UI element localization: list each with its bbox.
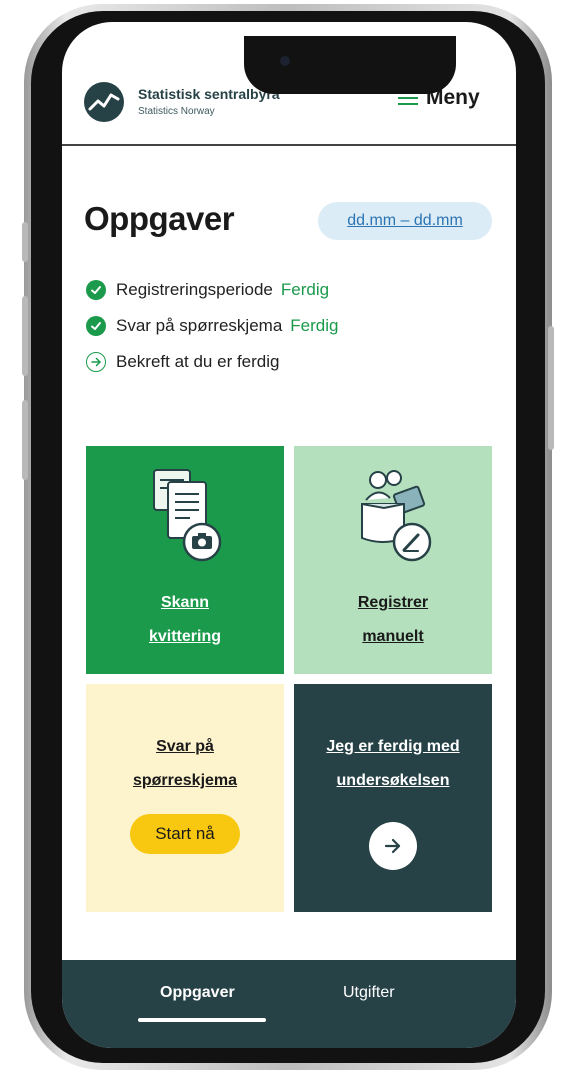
finish-link-line1[interactable]: Jeg er ferdig med: [326, 730, 459, 764]
start-now-button[interactable]: Start nå: [130, 814, 240, 854]
phone-side-button: [548, 326, 554, 450]
org-subtitle: Statistics Norway: [138, 106, 215, 117]
tab-oppgaver[interactable]: Oppgaver: [160, 984, 235, 1002]
step-item: Registreringsperiode Ferdig: [86, 272, 338, 308]
step-label: Svar på spørreskjema: [116, 316, 283, 335]
phone-side-button: [22, 296, 28, 376]
notch: [244, 36, 456, 94]
survey-tile: Svar på spørreskjema Start nå: [86, 684, 284, 912]
receipt-camera-icon: [130, 466, 240, 566]
step-label: Registreringsperiode: [116, 280, 273, 299]
scan-receipt-tile[interactable]: Skann kvittering: [86, 446, 284, 674]
ssb-logo-icon[interactable]: [84, 82, 124, 122]
manual-register-link-line1[interactable]: Registrer: [358, 586, 428, 620]
header-divider: [62, 144, 516, 146]
scan-receipt-link-line2[interactable]: kvittering: [149, 620, 221, 654]
survey-link-line1[interactable]: Svar på: [156, 730, 214, 764]
date-range-chip[interactable]: dd.mm – dd.mm: [318, 202, 492, 240]
manual-register-link-line2[interactable]: manuelt: [362, 620, 423, 654]
arrow-right-icon[interactable]: [369, 822, 417, 870]
camera-dot: [280, 56, 290, 66]
manual-entry-icon: [338, 466, 448, 566]
tab-utgifter[interactable]: Utgifter: [343, 984, 395, 1002]
step-item[interactable]: Bekreft at du er ferdig: [86, 344, 338, 380]
finish-survey-tile[interactable]: Jeg er ferdig med undersøkelsen: [294, 684, 492, 912]
check-circle-icon: [86, 280, 106, 300]
phone-side-button: [22, 400, 28, 480]
finish-link-line2[interactable]: undersøkelsen: [337, 764, 450, 798]
survey-link-line2[interactable]: spørreskjema: [133, 764, 237, 798]
progress-steps: Registreringsperiode Ferdig Svar på spør…: [86, 272, 338, 380]
check-circle-icon: [86, 316, 106, 336]
phone-side-button: [22, 222, 28, 262]
bottom-nav: Oppgaver Utgifter: [62, 960, 516, 1048]
active-tab-indicator: [138, 1018, 266, 1022]
step-status: Ferdig: [290, 316, 339, 335]
step-status: Ferdig: [280, 280, 330, 299]
page-title: Oppgaver: [84, 200, 235, 237]
phone-screen: Statistisk sentralbyrå Statistics Norway…: [62, 22, 516, 1048]
arrow-circle-icon: [86, 352, 106, 372]
scan-receipt-link-line1[interactable]: Skann: [161, 586, 209, 620]
step-label: Bekreft at du er ferdig: [116, 352, 280, 371]
manual-register-tile[interactable]: Registrer manuelt: [294, 446, 492, 674]
step-item: Svar på spørreskjema Ferdig: [86, 308, 338, 344]
